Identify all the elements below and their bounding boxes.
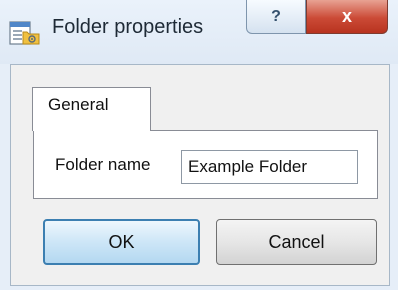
folder-properties-dialog: Folder properties ? x General Folder nam…: [0, 0, 398, 290]
close-button[interactable]: x: [306, 0, 388, 34]
folder-name-label: Folder name: [55, 155, 151, 174]
close-icon: x: [341, 6, 352, 26]
folder-properties-icon: [9, 20, 41, 46]
ok-button[interactable]: OK: [43, 219, 200, 265]
help-icon: ?: [271, 7, 281, 25]
cancel-button-label: Cancel: [268, 231, 325, 252]
tab-general-label: General: [48, 95, 109, 114]
help-button[interactable]: ?: [246, 0, 306, 34]
cancel-button[interactable]: Cancel: [216, 219, 377, 265]
ok-button-label: OK: [108, 231, 135, 252]
folder-name-input[interactable]: [181, 150, 358, 184]
window-title: Folder properties: [52, 16, 204, 38]
tab-general[interactable]: General: [32, 87, 151, 131]
